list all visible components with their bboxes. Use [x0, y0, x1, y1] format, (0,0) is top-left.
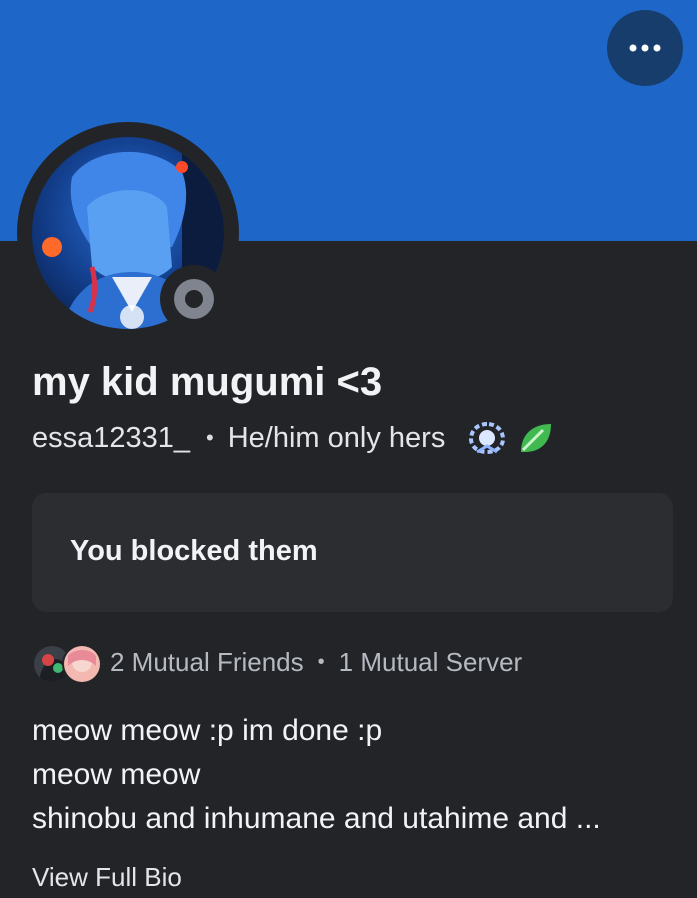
more-options-button[interactable]	[607, 10, 683, 86]
separator-dot: •	[206, 425, 214, 450]
view-full-bio-link[interactable]: View Full Bio	[32, 862, 182, 893]
mutual-friends-label[interactable]: 2 Mutual Friends	[110, 647, 304, 678]
bio-line: meow meow	[32, 758, 201, 791]
pronouns: He/him only hers	[227, 421, 446, 454]
status-indicator	[160, 265, 228, 333]
bio: meow meow :p im done :p meow meow shinob…	[32, 709, 672, 841]
display-name: my kid mugumi <3	[32, 360, 383, 404]
username: essa12331_	[32, 421, 191, 454]
badge-list	[465, 420, 553, 456]
bio-line: meow meow :p im done :p	[32, 714, 383, 747]
bio-line: shinobu and inhumane and utahime and ...	[32, 802, 601, 835]
offline-status-icon	[174, 279, 214, 319]
mutuals-row[interactable]: 2 Mutual Friends • 1 Mutual Server	[32, 640, 522, 684]
blocked-text: You blocked them	[70, 535, 318, 567]
mutual-avatars	[32, 642, 102, 684]
mutual-friend-avatar	[62, 644, 102, 684]
mutual-servers-label[interactable]: 1 Mutual Server	[339, 647, 523, 678]
blocked-notice: You blocked them	[32, 493, 673, 612]
separator-dot: •	[317, 650, 325, 673]
laurel-badge-icon[interactable]	[465, 420, 509, 456]
leaf-badge-icon[interactable]	[517, 420, 553, 456]
user-info-line: essa12331_ • He/him only hers	[32, 420, 553, 456]
more-horizontal-icon	[629, 44, 661, 52]
